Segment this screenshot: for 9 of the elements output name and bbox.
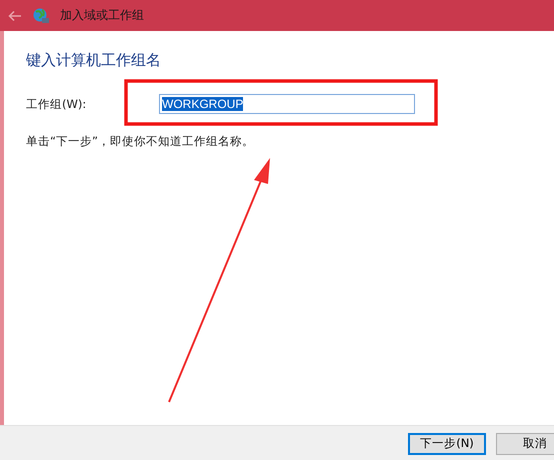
hint-text: 单击“下一步”，即使你不知道工作组名称。 (26, 134, 255, 149)
dialog-button[interactable]: 取消 (496, 432, 554, 454)
dialog-button[interactable]: 下一步(N) (408, 432, 486, 454)
field-label: 工作组(W): (26, 96, 88, 112)
back-arrow-icon[interactable] (8, 10, 22, 22)
input-field[interactable]: WORKGROUP (159, 94, 415, 114)
window-title: 加入域或工作组 (60, 7, 144, 24)
page-heading: 键入计算机工作组名 (26, 51, 162, 70)
globe-icon (32, 6, 50, 24)
